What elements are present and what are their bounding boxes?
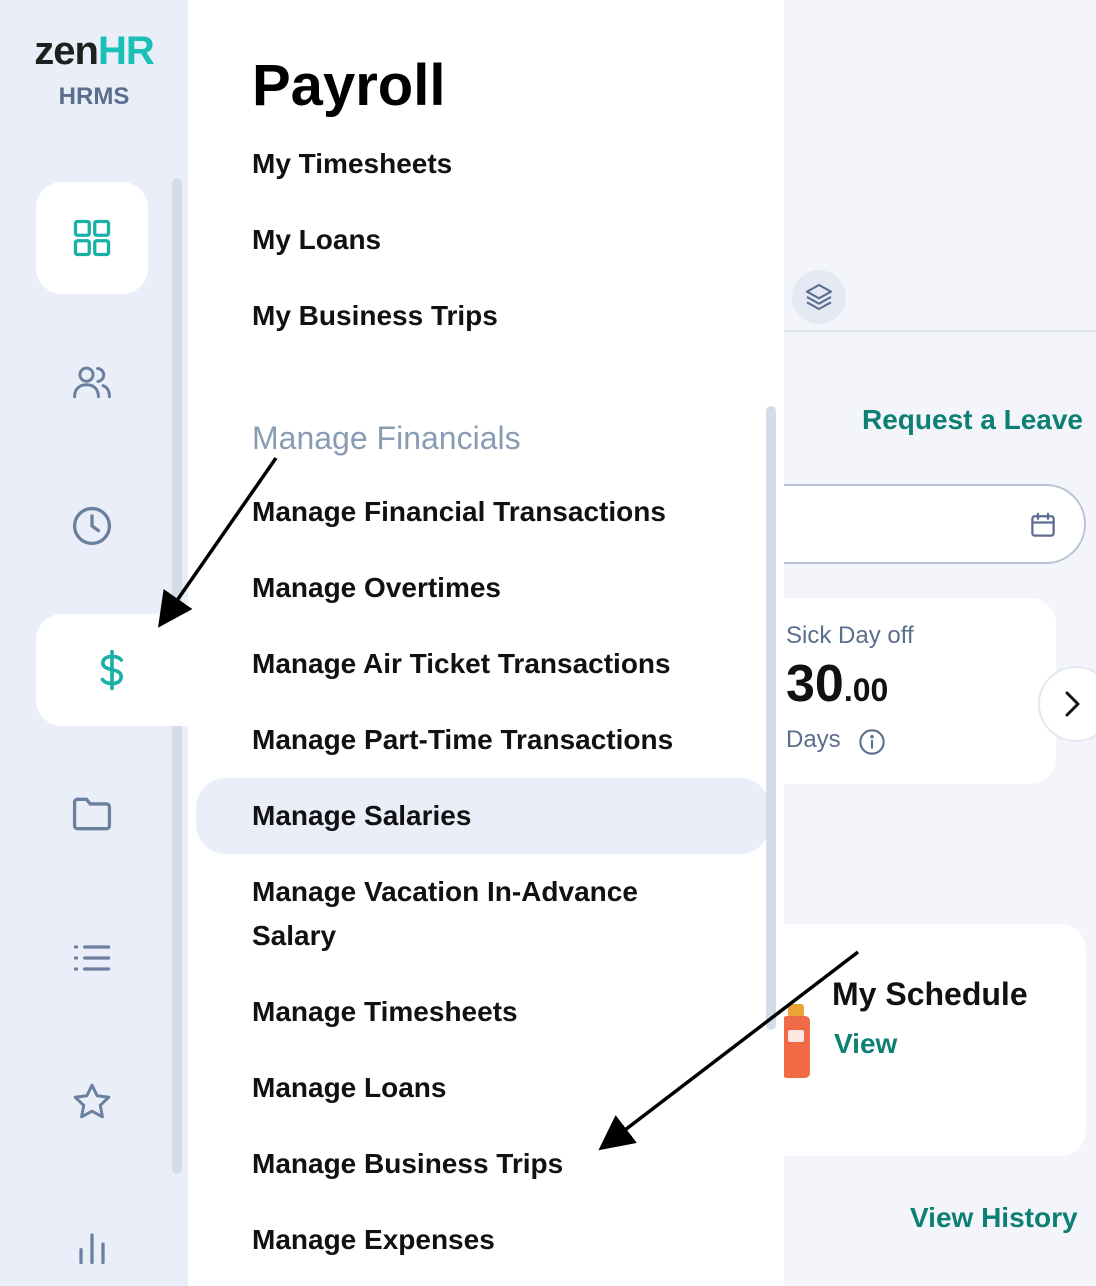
users-icon [73, 366, 111, 399]
menu-item-manage-air-ticket-transactions[interactable]: Manage Air Ticket Transactions [252, 642, 671, 686]
logo-hr: HR [97, 29, 155, 73]
icon-rail: zenHR HRMS [0, 0, 188, 1286]
menu-item-manage-loans[interactable]: Manage Loans [252, 1066, 446, 1110]
menu-item-manage-timesheets[interactable]: Manage Timesheets [252, 990, 518, 1034]
rail-item-people[interactable] [36, 326, 148, 438]
dashboard-grid-icon [73, 219, 111, 257]
menu-item-my-loans[interactable]: My Loans [252, 218, 381, 262]
payroll-flyout: Payroll My Timesheets My Loans My Busine… [188, 0, 784, 1286]
menu-item-manage-expenses[interactable]: Manage Expenses [252, 1218, 495, 1262]
schedule-illustration-icon [782, 1004, 810, 1078]
logo[interactable]: zenHR HRMS [22, 28, 166, 112]
rail-item-documents[interactable] [36, 758, 148, 870]
balance-label: Sick Day off [786, 622, 914, 649]
view-history-link[interactable]: View History [910, 1202, 1078, 1234]
rail-item-reports[interactable] [36, 1190, 148, 1286]
request-leave-link[interactable]: Request a Leave [862, 404, 1083, 436]
schedule-view-link[interactable]: View [834, 1028, 897, 1060]
bar-chart-icon [79, 1233, 105, 1265]
star-icon [73, 1083, 111, 1119]
layers-button[interactable] [792, 270, 846, 324]
menu-item-manage-vacation-in-advance[interactable]: Manage Vacation In-Advance [252, 870, 638, 914]
layers-icon [805, 283, 833, 311]
info-icon[interactable] [858, 728, 886, 756]
rail-item-favorites[interactable] [36, 1046, 148, 1158]
calendar-icon[interactable] [1028, 510, 1058, 540]
balance-value: 30.00 [786, 654, 888, 714]
rail-item-list[interactable] [36, 902, 148, 1014]
balance-value-dec: .00 [843, 672, 889, 708]
logo-wordmark: zenHR [22, 28, 166, 74]
logo-subtitle: HRMS [58, 83, 130, 110]
menu-item-manage-overtimes[interactable]: Manage Overtimes [252, 566, 501, 610]
section-label-manage-financials: Manage Financials [252, 420, 521, 456]
menu-item-manage-salaries[interactable]: Manage Salaries [252, 794, 471, 838]
rail-item-payroll[interactable] [36, 614, 188, 726]
logo-zen: zen [34, 29, 99, 73]
balance-value-int: 30 [786, 655, 844, 713]
flyout-title: Payroll [252, 53, 446, 118]
menu-item-manage-vacation-in-advance-line2[interactable]: Salary [252, 914, 336, 958]
date-field[interactable] [740, 484, 1086, 564]
rail-item-time[interactable] [36, 470, 148, 582]
list-icon [73, 945, 111, 971]
menu-item-manage-business-trips[interactable]: Manage Business Trips [252, 1142, 563, 1186]
schedule-title: My Schedule [832, 976, 1028, 1012]
menu-item-my-business-trips[interactable]: My Business Trips [252, 294, 498, 338]
menu-item-my-timesheets[interactable]: My Timesheets [252, 142, 452, 186]
clock-icon [72, 506, 112, 546]
menu-item-manage-part-time-transactions[interactable]: Manage Part-Time Transactions [252, 718, 673, 762]
balance-unit: Days [786, 726, 841, 753]
flyout-scrollbar[interactable] [766, 406, 776, 1030]
chevron-right-icon [1065, 691, 1080, 717]
header-divider [784, 330, 1096, 332]
rail-item-dashboard[interactable] [36, 182, 148, 294]
dollar-icon [100, 649, 124, 691]
menu-item-manage-financial-transactions[interactable]: Manage Financial Transactions [252, 490, 666, 534]
folder-icon [72, 797, 112, 831]
